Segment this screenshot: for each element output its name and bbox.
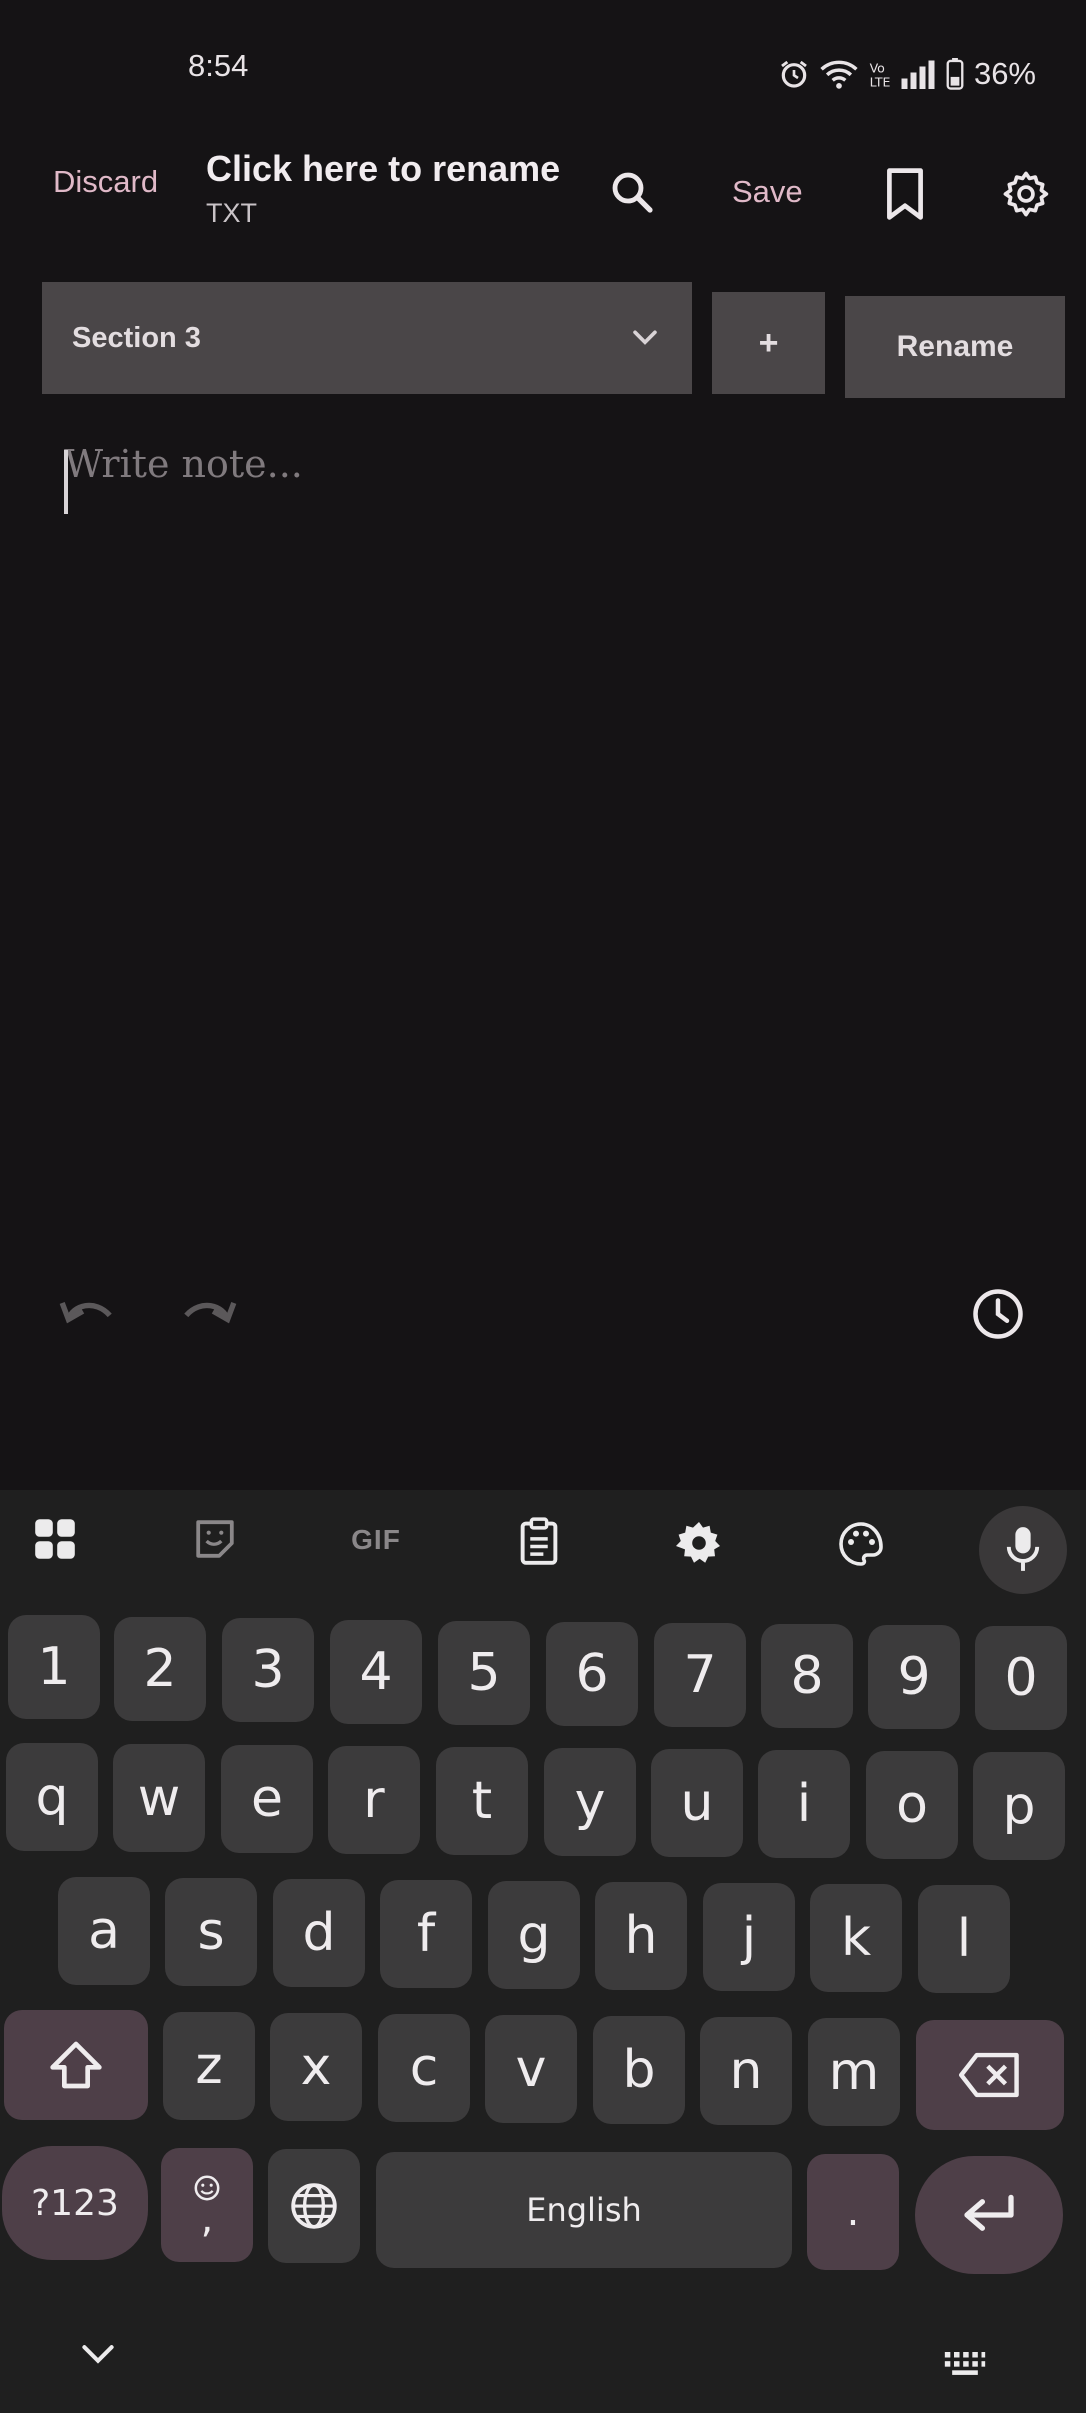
svg-text:Vo: Vo: [870, 60, 885, 75]
battery-icon: [946, 58, 964, 90]
key-m[interactable]: m: [808, 2018, 900, 2126]
battery-percent: 36%: [973, 56, 1036, 91]
svg-text:LTE: LTE: [870, 75, 890, 90]
key-8[interactable]: 8: [761, 1624, 853, 1728]
key-o[interactable]: o: [866, 1751, 958, 1859]
key-r[interactable]: r: [328, 1746, 420, 1854]
sticker-icon[interactable]: [190, 1514, 240, 1564]
key-j[interactable]: j: [703, 1883, 795, 1991]
save-button[interactable]: Save: [732, 174, 803, 210]
collapse-keyboard-icon[interactable]: [76, 2336, 120, 2372]
wifi-icon: [820, 60, 858, 89]
globe-icon: [291, 2183, 337, 2229]
key-t[interactable]: t: [436, 1747, 528, 1855]
clipboard-icon[interactable]: [514, 1514, 564, 1568]
key-z[interactable]: z: [163, 2012, 255, 2120]
shift-key[interactable]: [4, 2010, 148, 2120]
key-i[interactable]: i: [758, 1750, 850, 1858]
key-v[interactable]: v: [485, 2015, 577, 2123]
key-q[interactable]: q: [6, 1743, 98, 1851]
key-a[interactable]: a: [58, 1877, 150, 1985]
gif-icon[interactable]: GIF: [344, 1518, 408, 1562]
enter-key[interactable]: [915, 2156, 1063, 2274]
comma-label: ,: [200, 2196, 214, 2242]
status-time: 8:54: [188, 48, 249, 83]
key-9[interactable]: 9: [868, 1625, 960, 1729]
key-l[interactable]: l: [918, 1885, 1010, 1993]
text-caret: [64, 450, 68, 514]
key-s[interactable]: s: [165, 1878, 257, 1986]
key-0[interactable]: 0: [975, 1626, 1067, 1730]
key-2[interactable]: 2: [114, 1617, 206, 1721]
key-u[interactable]: u: [651, 1749, 743, 1857]
add-section-button[interactable]: +: [712, 292, 825, 394]
section-dropdown[interactable]: Section 3: [42, 282, 692, 394]
key-b[interactable]: b: [593, 2016, 685, 2124]
keyboard-settings-icon[interactable]: [672, 1516, 726, 1570]
discard-button[interactable]: Discard: [53, 164, 158, 200]
key-n[interactable]: n: [700, 2017, 792, 2125]
enter-icon: [964, 2194, 1014, 2231]
note-title[interactable]: Click here to rename: [206, 148, 560, 190]
status-icons: Vo LTE 36%: [778, 56, 1036, 92]
alarm-icon: [781, 60, 807, 88]
apps-grid-icon[interactable]: [30, 1514, 80, 1564]
key-d[interactable]: d: [273, 1879, 365, 1987]
symbols-key[interactable]: ?123: [2, 2146, 148, 2260]
key-g[interactable]: g: [488, 1881, 580, 1989]
backspace-icon: [959, 2052, 1019, 2098]
key-f[interactable]: f: [380, 1880, 472, 1988]
shift-icon: [50, 2041, 102, 2089]
undo-icon[interactable]: [52, 1280, 122, 1330]
search-icon[interactable]: [604, 164, 660, 220]
key-x[interactable]: x: [270, 2013, 362, 2121]
key-c[interactable]: c: [378, 2014, 470, 2122]
language-key[interactable]: [268, 2149, 360, 2263]
key-7[interactable]: 7: [654, 1623, 746, 1727]
note-format: TXT: [206, 198, 257, 228]
note-editor[interactable]: [62, 440, 1066, 1244]
key-e[interactable]: e: [221, 1745, 313, 1853]
backspace-key[interactable]: [916, 2020, 1064, 2130]
rename-section-button[interactable]: Rename: [845, 296, 1065, 398]
history-icon[interactable]: [968, 1284, 1028, 1344]
key-w[interactable]: w: [113, 1744, 205, 1852]
period-key[interactable]: .: [807, 2154, 899, 2270]
key-4[interactable]: 4: [330, 1620, 422, 1724]
key-5[interactable]: 5: [438, 1621, 530, 1725]
key-y[interactable]: y: [544, 1748, 636, 1856]
key-1[interactable]: 1: [8, 1615, 100, 1719]
palette-icon[interactable]: [834, 1518, 888, 1570]
bookmark-icon[interactable]: [880, 166, 930, 222]
emoji-comma-key[interactable]: ,: [161, 2148, 253, 2262]
space-key[interactable]: English: [376, 2152, 792, 2268]
key-h[interactable]: h: [595, 1882, 687, 1990]
keyboard-switch-icon[interactable]: [940, 2346, 990, 2380]
redo-icon[interactable]: [174, 1280, 244, 1330]
signal-icon: [901, 60, 935, 89]
key-6[interactable]: 6: [546, 1622, 638, 1726]
key-p[interactable]: p: [973, 1752, 1065, 1860]
key-3[interactable]: 3: [222, 1618, 314, 1722]
section-dropdown-label: Section 3: [72, 321, 201, 354]
mic-icon[interactable]: [999, 1522, 1047, 1576]
volte-icon: VoLTE: [870, 60, 890, 90]
settings-icon[interactable]: [998, 166, 1054, 222]
key-k[interactable]: k: [810, 1884, 902, 1992]
chevron-down-icon: [633, 330, 657, 345]
